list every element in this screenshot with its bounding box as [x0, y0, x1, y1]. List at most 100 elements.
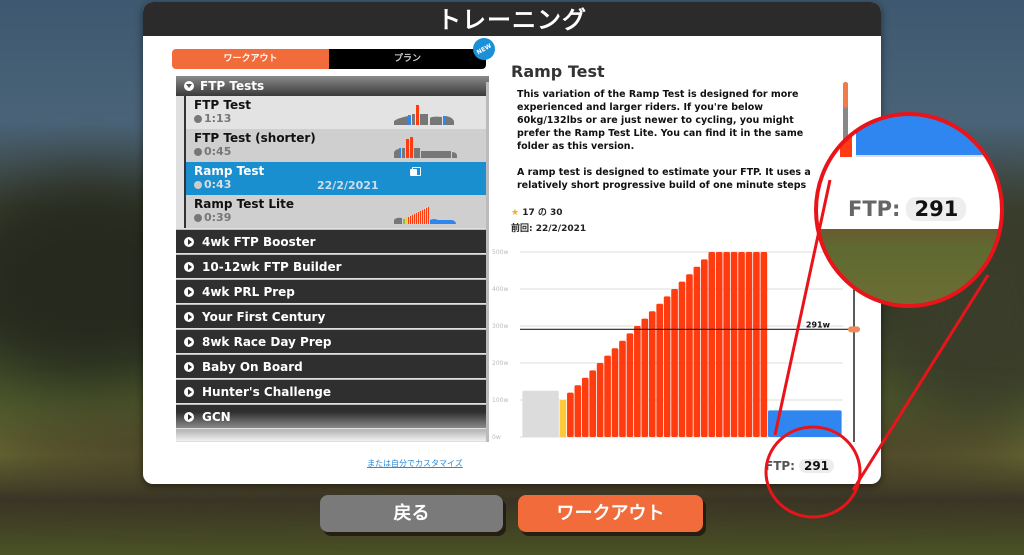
magnified-blue-bar — [856, 115, 986, 157]
ftp-label: FTP: — [765, 459, 795, 473]
magnified-ftp-value: 291 — [906, 197, 967, 221]
workout-power-chart: 0w 100w 200w 300w 400w 500w 291w — [492, 249, 860, 442]
clock-icon — [194, 181, 202, 189]
power-bar-red — [619, 340, 626, 437]
power-bar-red — [753, 252, 760, 437]
folder-item[interactable]: Your First Century — [176, 304, 489, 328]
workout-item[interactable]: FTP Test 1:13 — [186, 96, 489, 129]
workout-profile-thumbnail — [394, 207, 456, 224]
folder-label: 8wk Race Day Prep — [202, 334, 332, 349]
chevron-right-icon — [184, 236, 194, 247]
ftp-value: 291 — [798, 459, 835, 473]
folder-workouts: FTP Test 1:13 FTP Test (shorter) 0:45 Ra… — [184, 96, 489, 228]
power-bar-red — [663, 296, 671, 437]
magnified-red-bar — [840, 115, 852, 157]
power-bar-red — [641, 318, 649, 437]
power-bar-yellow — [559, 400, 567, 437]
duration-value: 0:39 — [204, 211, 232, 224]
folder-label: FTP Tests — [200, 79, 265, 93]
clock-icon — [194, 115, 202, 123]
power-bar-red — [596, 363, 604, 437]
workout-list: FTP Tests FTP Test 1:13 FTP Test (shorte… — [176, 76, 489, 442]
y-tick-label: 200w — [492, 360, 508, 367]
workout-profile-thumbnail — [394, 137, 457, 158]
power-bar-red — [715, 252, 723, 437]
power-bar-gray — [522, 390, 559, 437]
power-bar-red — [626, 333, 634, 437]
workout-profile-thumbnail — [394, 105, 454, 125]
power-bar-red — [604, 355, 611, 437]
chevron-right-icon — [184, 286, 194, 297]
chevron-right-icon — [184, 261, 194, 272]
last-completed: 前回: 22/2/2021 — [511, 224, 587, 234]
power-bar-red — [693, 266, 701, 437]
power-bar-red — [581, 377, 589, 437]
folder-label: Your First Century — [202, 309, 326, 324]
power-bar-red — [738, 252, 745, 437]
tab-plans[interactable]: プラン — [329, 49, 486, 69]
folder-item[interactable]: GCN — [176, 404, 489, 428]
duration-value: 0:45 — [204, 145, 232, 158]
folder-item[interactable]: 8wk Race Day Prep — [176, 329, 489, 353]
rating-value: 17 の 30 — [522, 208, 563, 218]
chevron-right-icon — [184, 361, 194, 372]
folder-item[interactable]: 4wk FTP Booster — [176, 229, 489, 253]
customize-link[interactable]: または自分でカスタマイズ — [367, 458, 463, 469]
chevron-right-icon — [184, 336, 194, 347]
power-bar-red — [671, 289, 678, 437]
back-button[interactable]: 戻る — [320, 495, 503, 532]
power-bar-red — [686, 274, 693, 437]
folder-label: Hunter's Challenge — [202, 384, 331, 399]
mode-tabs: ワークアウト プラン — [172, 49, 486, 69]
folder-item[interactable]: Hunter's Challenge — [176, 379, 489, 403]
folder-label: 4wk PRL Prep — [202, 284, 295, 299]
power-bar-red — [708, 252, 716, 437]
folder-item[interactable]: 10-12wk FTP Builder — [176, 254, 489, 278]
ftp-slider-handle[interactable] — [848, 326, 860, 333]
duration-value: 1:13 — [204, 112, 232, 125]
power-bar-red — [589, 370, 597, 437]
scrollbar-thumb[interactable] — [843, 82, 848, 108]
power-bar-red — [701, 259, 708, 437]
clock-icon — [194, 214, 202, 222]
folder-label: Baby On Board — [202, 359, 303, 374]
y-tick-label: 500w — [492, 249, 508, 256]
power-bar-red — [730, 252, 738, 437]
power-bar-red — [760, 252, 768, 437]
folder-ftp-tests[interactable]: FTP Tests — [176, 76, 489, 96]
tab-workouts[interactable]: ワークアウト — [172, 49, 329, 69]
y-tick-label: 300w — [492, 323, 508, 330]
power-bar-red — [648, 311, 656, 437]
power-bar-red — [723, 252, 730, 437]
folder-item[interactable]: 4wk PRL Prep — [176, 279, 489, 303]
workout-rating: ★ 17 の 30 — [511, 205, 563, 218]
star-icon: ★ — [511, 208, 520, 218]
power-bar-blue — [767, 410, 842, 437]
workout-last-date: 22/2/2021 — [317, 179, 379, 192]
chevron-right-icon — [184, 311, 194, 322]
y-tick-label: 0w — [492, 434, 501, 441]
copy-icon[interactable] — [410, 167, 421, 177]
folder-label: GCN — [202, 409, 231, 424]
power-bar-red — [611, 348, 619, 437]
magnified-ftp-label: FTP: — [848, 197, 901, 221]
workout-item[interactable]: Ramp Test Lite 0:39 — [186, 195, 489, 228]
chevron-right-icon — [184, 386, 194, 397]
training-panel: トレーニング ワークアウト プラン NEW FTP Tests FTP Test… — [143, 2, 881, 484]
ftp-line-label: 291w — [806, 320, 831, 329]
folder-item[interactable]: Baby On Board — [176, 354, 489, 378]
power-bar-red — [634, 326, 641, 437]
folder-label: 10-12wk FTP Builder — [202, 259, 342, 274]
magnified-ftp: FTP: 291 — [848, 197, 967, 221]
workout-description: This variation of the Ramp Test is desig… — [517, 89, 811, 194]
start-workout-button[interactable]: ワークアウト — [518, 495, 703, 532]
workout-item[interactable]: FTP Test (shorter) 0:45 — [186, 129, 489, 162]
workout-item-selected[interactable]: Ramp Test 0:43 22/2/2021 — [186, 162, 489, 195]
chevron-down-icon — [184, 81, 194, 91]
panel-title: トレーニング — [143, 2, 881, 36]
magnifier-callout: FTP: 291 — [816, 115, 1002, 305]
folder-item-partial[interactable] — [176, 429, 489, 441]
power-bar-red — [745, 252, 753, 437]
duration-value: 0:43 — [204, 178, 232, 191]
chevron-right-icon — [184, 411, 194, 422]
